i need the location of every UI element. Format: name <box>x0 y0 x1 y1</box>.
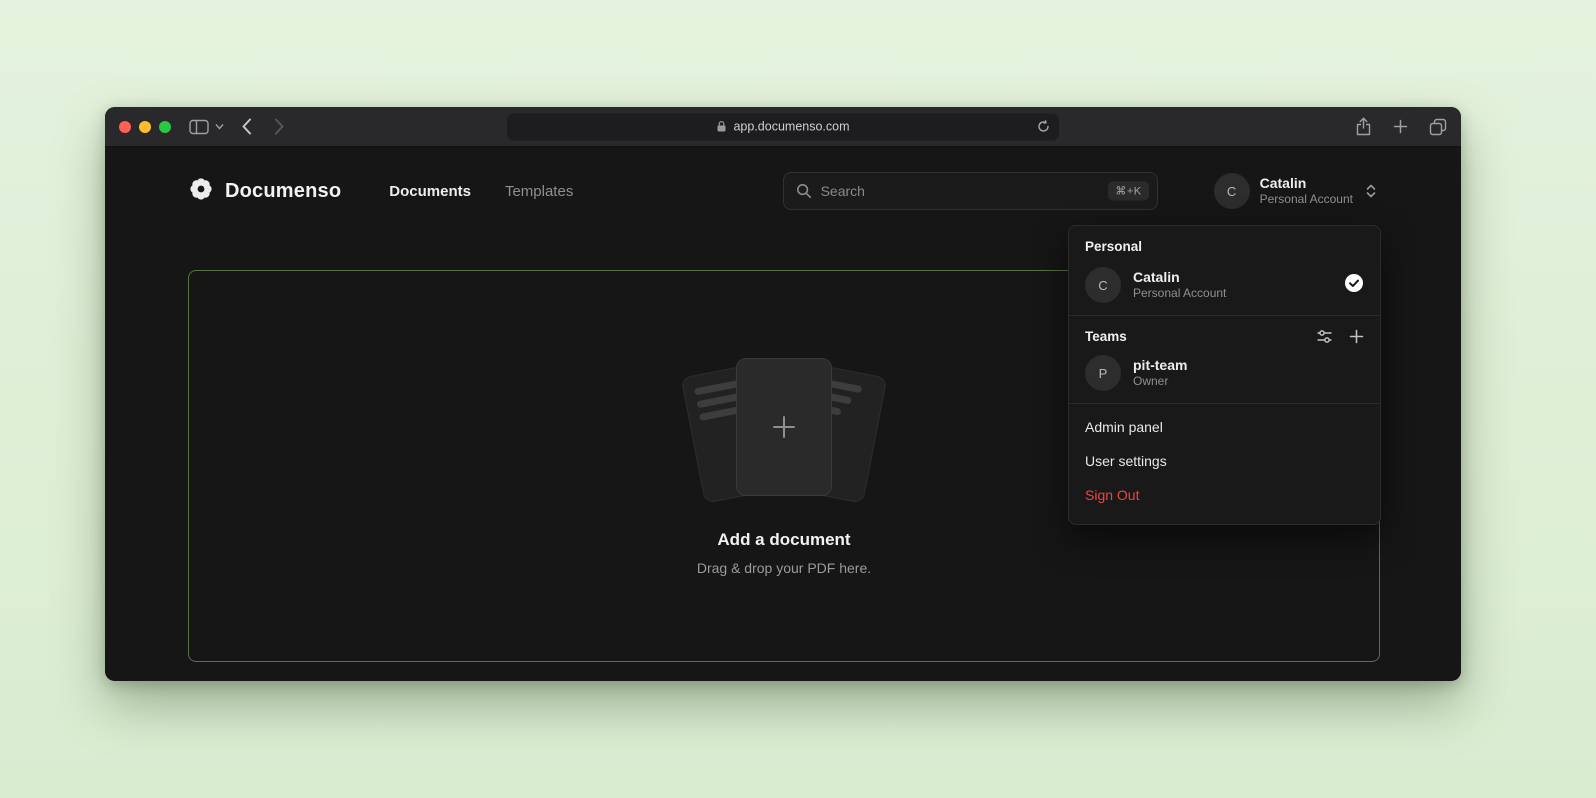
account-name: Catalin <box>1260 175 1353 193</box>
app-header: Documenso Documents Templates ⌘+K C <box>188 171 1377 211</box>
url-text: app.documenso.com <box>733 120 849 134</box>
menu-actions: Admin panel User settings Sign Out <box>1069 404 1380 520</box>
fullscreen-window-button[interactable] <box>159 121 171 133</box>
search-icon <box>796 183 812 199</box>
browser-window: app.documenso.com <box>105 107 1461 681</box>
address-bar[interactable]: app.documenso.com <box>507 113 1059 140</box>
new-tab-icon[interactable] <box>1393 119 1408 134</box>
team-name: pit-team <box>1133 356 1187 374</box>
menu-item-user-settings[interactable]: User settings <box>1069 444 1380 478</box>
chevron-down-icon[interactable] <box>215 123 224 130</box>
brand-name: Documenso <box>225 180 341 203</box>
dropzone-title: Add a document <box>717 530 850 550</box>
search-shortcut-badge: ⌘+K <box>1108 182 1148 201</box>
teams-section-label: Teams <box>1085 329 1127 344</box>
forward-icon <box>274 118 284 135</box>
account-avatar: C <box>1214 173 1250 209</box>
toolbar-right-actions <box>1355 117 1447 136</box>
plus-icon <box>769 412 799 442</box>
menu-item-admin-panel[interactable]: Admin panel <box>1069 410 1380 444</box>
account-menu-button[interactable]: C Catalin Personal Account <box>1214 173 1377 209</box>
personal-account-item[interactable]: C Catalin Personal Account <box>1069 259 1380 315</box>
manage-teams-icon[interactable] <box>1316 328 1333 345</box>
team-role: Owner <box>1133 374 1187 390</box>
lock-icon <box>716 121 727 133</box>
nav-documents[interactable]: Documents <box>389 183 471 200</box>
back-icon[interactable] <box>242 118 252 135</box>
personal-text: Catalin Personal Account <box>1133 268 1226 302</box>
documents-illustration <box>674 356 894 506</box>
tab-overview-icon[interactable] <box>1429 118 1447 136</box>
chevrons-up-down-icon <box>1365 183 1377 199</box>
document-card-center <box>736 358 832 496</box>
teams-section-header: Teams <box>1069 316 1380 347</box>
share-icon[interactable] <box>1355 117 1372 136</box>
app-page: Documenso Documents Templates ⌘+K C <box>105 147 1461 680</box>
team-avatar: P <box>1085 355 1121 391</box>
close-window-button[interactable] <box>119 121 131 133</box>
minimize-window-button[interactable] <box>139 121 151 133</box>
add-team-icon[interactable] <box>1349 329 1364 344</box>
dropzone-subtitle: Drag & drop your PDF here. <box>697 560 871 576</box>
refresh-icon[interactable] <box>1037 120 1050 133</box>
selected-check-icon <box>1344 273 1364 298</box>
search-input[interactable] <box>821 183 1157 199</box>
window-controls <box>119 121 171 133</box>
personal-avatar: C <box>1085 267 1121 303</box>
account-dropdown-menu: Personal C Catalin Personal Account Team <box>1068 225 1381 525</box>
account-text: Catalin Personal Account <box>1260 175 1353 208</box>
personal-section-label: Personal <box>1069 226 1380 259</box>
personal-name: Catalin <box>1133 268 1226 286</box>
main-nav: Documents Templates <box>389 183 573 200</box>
personal-subtitle: Personal Account <box>1133 286 1226 302</box>
menu-item-sign-out[interactable]: Sign Out <box>1069 478 1380 512</box>
documenso-logo-icon <box>188 176 214 207</box>
brand[interactable]: Documenso <box>188 176 341 207</box>
search-box[interactable]: ⌘+K <box>783 172 1158 210</box>
account-subtitle: Personal Account <box>1260 192 1353 207</box>
nav-templates[interactable]: Templates <box>505 183 573 200</box>
browser-toolbar: app.documenso.com <box>105 107 1461 147</box>
team-item[interactable]: P pit-team Owner <box>1069 347 1380 403</box>
team-text: pit-team Owner <box>1133 356 1187 390</box>
sidebar-toggle-icon[interactable] <box>189 119 209 135</box>
